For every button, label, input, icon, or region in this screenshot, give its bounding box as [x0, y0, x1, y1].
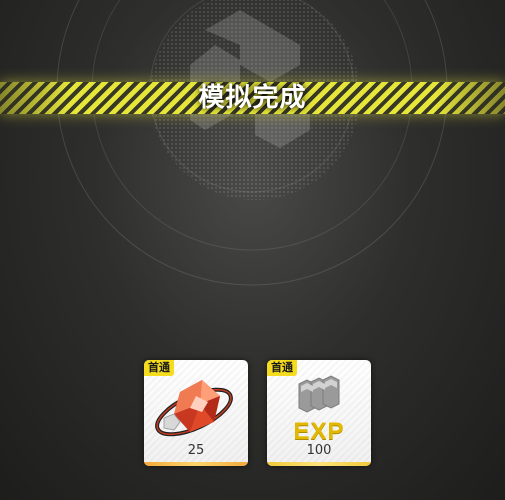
- rarity-bar: [267, 462, 371, 466]
- reward-count: 25: [187, 443, 205, 458]
- reward-count: 100: [306, 443, 332, 458]
- first-clear-tag: 首通: [144, 360, 174, 376]
- simulation-result-screen: 模拟完成 首通 25 EXP 首通 100: [0, 0, 505, 500]
- first-clear-tag: 首通: [267, 360, 297, 376]
- rarity-bar: [144, 462, 248, 466]
- reward-card-crystal[interactable]: 首通 25: [144, 360, 248, 466]
- result-title: 模拟完成: [198, 83, 307, 113]
- emblem-icon: [190, 10, 310, 148]
- reward-card-exp[interactable]: EXP 首通 100: [267, 360, 371, 466]
- exp-chip-icon: [298, 375, 340, 413]
- exp-label: EXP: [293, 418, 345, 445]
- red-crystal-item-icon: [155, 380, 233, 437]
